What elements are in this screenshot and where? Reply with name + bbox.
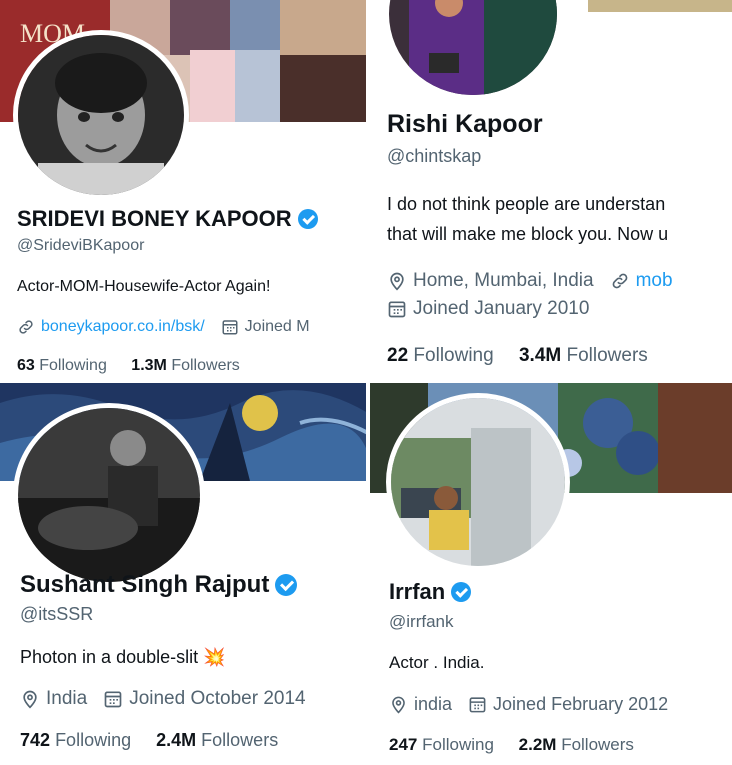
profile-link[interactable]: mob — [610, 270, 673, 292]
verified-badge-icon — [297, 209, 318, 229]
profile-joined-text: Joined M — [244, 318, 310, 335]
following-value: 742 — [20, 730, 51, 750]
avatar[interactable] — [386, 393, 570, 571]
avatar[interactable] — [384, 0, 562, 100]
calendar-icon — [387, 299, 407, 319]
profile-location: india — [389, 694, 452, 715]
profile-name-text: Rishi Kapoor — [387, 110, 543, 138]
profile-name-text: SRIDEVI BONEY KAPOOR — [17, 206, 292, 231]
profile-location-text: India — [46, 688, 88, 709]
following-value: 63 — [17, 357, 35, 374]
profile-joined: Joined February 2012 — [468, 694, 668, 715]
profile-joined-text: Joined January 2010 — [413, 298, 590, 319]
location-icon — [389, 695, 408, 714]
profile-meta: India Joined October 2014 — [20, 688, 322, 710]
profile-name: Irrfan — [389, 579, 472, 605]
profile-handle: @SrideviBKapoor — [17, 237, 145, 254]
profile-meta-row-2: Joined January 2010 — [387, 298, 605, 320]
profile-name: Rishi Kapoor — [387, 110, 543, 139]
profile-name-text: Sushant Singh Rajput — [20, 571, 270, 598]
profile-stats: 742 Following 2.4M Followers — [20, 730, 298, 751]
profile-link-text[interactable]: mob — [636, 270, 673, 292]
followers-label: Followers — [171, 357, 240, 374]
calendar-icon — [221, 318, 239, 336]
profile-joined-text: Joined February 2012 — [493, 694, 669, 714]
profile-card-irrfan: Irrfan @irrfank Actor . India. india Joi… — [368, 383, 732, 765]
profile-location-text: india — [414, 694, 453, 714]
profile-joined: Joined M — [221, 318, 310, 336]
profile-link-text[interactable]: boneykapoor.co.in/bsk/ — [41, 318, 205, 336]
profile-location: Home, Mumbai, India — [387, 270, 594, 292]
profile-name: Sushant Singh Rajput — [20, 571, 298, 599]
following-label: Following — [39, 357, 107, 374]
following-value: 22 — [387, 345, 409, 366]
profile-meta: boneykapoor.co.in/bsk/ Joined M — [17, 318, 326, 336]
following-count[interactable]: 742 Following — [20, 730, 131, 750]
profile-joined: Joined October 2014 — [103, 688, 306, 710]
profile-card-sushant: Sushant Singh Rajput @itsSSR Photon in a… — [0, 383, 368, 765]
profile-joined-text: Joined October 2014 — [129, 688, 306, 709]
profile-stats: 63 Following 1.3M Followers — [17, 357, 260, 375]
followers-value: 2.2M — [518, 735, 557, 754]
profile-card-sridevi: MOM SRIDEVI BONEY KAPOOR @SrideviBKapoor… — [0, 0, 368, 383]
profile-meta-row-1: Home, Mumbai, India mob — [387, 270, 689, 292]
profile-joined: Joined January 2010 — [387, 298, 589, 320]
following-label: Following — [413, 345, 494, 366]
avatar[interactable] — [13, 403, 205, 587]
followers-value: 3.4M — [518, 345, 562, 366]
profile-stats: 22 Following 3.4M Followers — [387, 345, 668, 367]
profile-handle: @irrfank — [389, 612, 454, 631]
link-icon — [17, 318, 35, 336]
followers-value: 2.4M — [156, 730, 197, 750]
profile-stats: 247 Following 2.2M Followers — [389, 735, 654, 755]
profile-bio-line-1: I do not think people are understan — [387, 194, 666, 214]
profile-bio-line-2: that will make me block you. Now u — [387, 224, 669, 244]
followers-value: 1.3M — [131, 357, 167, 374]
panel-divider — [366, 0, 370, 765]
link-icon — [610, 271, 630, 291]
followers-count[interactable]: 2.4M Followers — [156, 730, 278, 750]
followers-count[interactable]: 1.3M Followers — [131, 357, 240, 374]
following-label: Following — [422, 735, 494, 754]
calendar-icon — [468, 695, 487, 714]
followers-label: Followers — [201, 730, 279, 750]
verified-badge-icon — [451, 582, 472, 602]
avatar[interactable] — [13, 30, 189, 200]
profile-meta: india Joined February 2012 — [389, 694, 684, 715]
profile-handle: @itsSSR — [20, 604, 94, 624]
profile-name-text: Irrfan — [389, 579, 446, 604]
profile-location: India — [20, 688, 87, 710]
followers-label: Followers — [561, 735, 634, 754]
followers-count[interactable]: 3.4M Followers — [519, 345, 648, 366]
profile-name: SRIDEVI BONEY KAPOOR — [17, 206, 318, 232]
following-count[interactable]: 63 Following — [17, 357, 107, 374]
verified-badge-icon — [275, 574, 298, 596]
profile-bio: Photon in a double-slit 💥 — [20, 647, 226, 668]
location-icon — [387, 271, 407, 291]
calendar-icon — [103, 689, 123, 709]
profile-card-rishi: Rishi Kapoor @chintskap I do not think p… — [368, 0, 732, 383]
following-count[interactable]: 247 Following — [389, 735, 494, 754]
followers-count[interactable]: 2.2M Followers — [519, 735, 634, 754]
profile-location-text: Home, Mumbai, India — [413, 270, 594, 291]
following-count[interactable]: 22 Following — [387, 345, 494, 366]
profile-handle: @chintskap — [387, 146, 482, 166]
profile-bio: Actor-MOM-Housewife-Actor Again! — [17, 278, 271, 295]
following-label: Following — [55, 730, 132, 750]
profile-bio: Actor . India. — [389, 653, 485, 672]
profile-link[interactable]: boneykapoor.co.in/bsk/ — [17, 318, 205, 336]
followers-label: Followers — [566, 345, 648, 366]
collision-emoji-icon: 💥 — [203, 647, 226, 667]
profile-bio-text: Photon in a double-slit — [20, 647, 199, 667]
following-value: 247 — [389, 735, 418, 754]
location-icon — [20, 689, 40, 709]
